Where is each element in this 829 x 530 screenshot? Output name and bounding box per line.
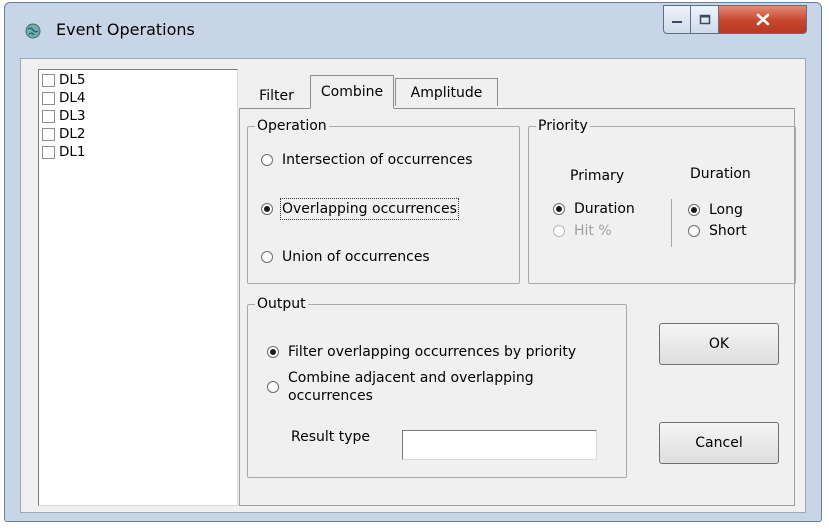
checkbox[interactable] (42, 145, 55, 159)
operation-legend: Operation (257, 118, 327, 134)
tab-combine[interactable]: Combine (310, 75, 394, 109)
maximize-button[interactable] (691, 5, 719, 34)
priority-divider (671, 199, 672, 247)
cancel-button[interactable]: Cancel (659, 422, 779, 464)
result-type-label: Result type (291, 429, 370, 445)
primary-header: Primary (570, 168, 625, 184)
window-title: Event Operations (56, 20, 195, 39)
checkbox[interactable] (42, 109, 55, 123)
minimize-icon (672, 20, 682, 23)
radio-button (553, 225, 565, 237)
radio-button[interactable] (688, 204, 700, 216)
close-icon (756, 13, 769, 26)
radio-label-line1: Combine adjacent and overlapping (288, 370, 534, 386)
list-item-dl4[interactable]: DL4 (42, 89, 86, 107)
radio-button[interactable] (261, 251, 273, 263)
channel-list[interactable]: DL5 DL4 DL3 DL2 DL1 (38, 69, 238, 506)
event-operations-window: Event Operations DL5 DL4 DL3 DL2 DL1 Fil… (4, 2, 822, 522)
checkbox[interactable] (42, 127, 55, 141)
radio-primary-duration[interactable]: Duration (553, 200, 635, 218)
radio-duration-long[interactable]: Long (688, 201, 743, 219)
radio-overlapping[interactable]: Overlapping occurrences (261, 198, 459, 220)
tab-filter[interactable]: Filter (244, 81, 309, 109)
title-bar[interactable]: Event Operations (5, 3, 821, 58)
radio-label-line2: occurrences (288, 388, 373, 404)
list-item-dl2[interactable]: DL2 (42, 125, 86, 143)
minimize-button[interactable] (663, 5, 691, 34)
radio-button[interactable] (267, 381, 279, 393)
radio-intersection[interactable]: Intersection of occurrences (261, 151, 473, 169)
close-button[interactable] (719, 5, 807, 34)
result-type-input[interactable] (402, 430, 597, 460)
dialog-client-area: DL5 DL4 DL3 DL2 DL1 Filter Combine Ampli… (20, 58, 806, 513)
list-item-dl5[interactable]: DL5 (42, 71, 86, 89)
radio-button[interactable] (688, 225, 700, 237)
radio-label: Union of occurrences (282, 249, 430, 265)
list-item-label: DL3 (59, 108, 86, 124)
duration-header: Duration (690, 166, 751, 182)
globe-app-icon (25, 23, 41, 39)
list-item-label: DL2 (59, 126, 86, 142)
radio-button[interactable] (553, 203, 565, 215)
list-item-label: DL1 (59, 144, 86, 160)
radio-primary-hit: Hit % (553, 222, 612, 240)
radio-button[interactable] (261, 154, 273, 166)
radio-union[interactable]: Union of occurrences (261, 248, 430, 266)
maximize-icon (699, 14, 710, 25)
radio-label: Long (709, 202, 743, 218)
radio-combine-adjacent[interactable]: Combine adjacent and overlapping occurre… (267, 369, 534, 405)
priority-legend: Priority (538, 118, 588, 134)
radio-label: Duration (574, 201, 635, 217)
tab-amplitude[interactable]: Amplitude (395, 78, 498, 106)
checkbox[interactable] (42, 73, 55, 87)
list-item-label: DL4 (59, 90, 86, 106)
list-item-dl1[interactable]: DL1 (42, 143, 86, 161)
radio-label: Hit % (574, 223, 612, 239)
radio-filter-overlapping[interactable]: Filter overlapping occurrences by priori… (267, 343, 576, 361)
ok-button[interactable]: OK (659, 323, 779, 365)
output-legend: Output (257, 296, 306, 312)
radio-label: Overlapping occurrences (280, 198, 459, 220)
radio-button[interactable] (261, 203, 273, 215)
radio-label: Combine adjacent and overlapping occurre… (288, 369, 534, 405)
radio-label: Intersection of occurrences (282, 152, 473, 168)
radio-label: Filter overlapping occurrences by priori… (288, 344, 577, 360)
checkbox[interactable] (42, 91, 55, 105)
radio-label: Short (709, 223, 747, 239)
radio-duration-short[interactable]: Short (688, 222, 747, 240)
list-item-dl3[interactable]: DL3 (42, 107, 86, 125)
list-item-label: DL5 (59, 72, 86, 88)
radio-button[interactable] (267, 346, 279, 358)
